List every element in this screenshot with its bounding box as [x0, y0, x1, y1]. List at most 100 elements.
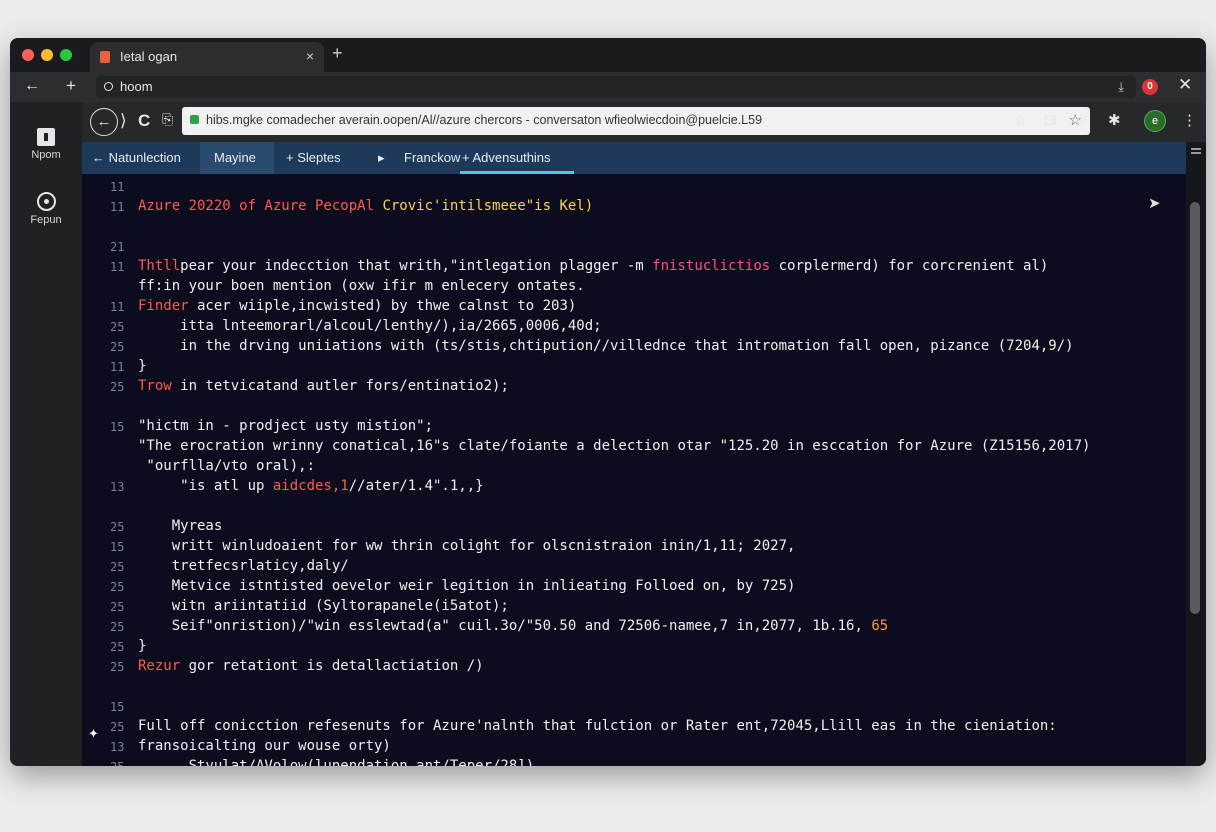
code-text: Metvice istntisted oevelor weir legition… — [138, 578, 796, 594]
bookmarks-bar: ← Natunlection Mayine + Sleptes ▸ Franck… — [82, 142, 1186, 174]
sidebar-item-label: Fepun — [30, 214, 62, 226]
scrollbar[interactable] — [1186, 142, 1206, 766]
line-number: 25 — [110, 620, 125, 634]
code-token: tretfecsrlaticy,daly/ — [138, 558, 349, 574]
line-number: 15 — [110, 420, 125, 434]
profile-icon[interactable]: e — [1144, 110, 1166, 132]
sidebar: Npom Fepun — [10, 102, 82, 766]
code-text: Thtllpear your indecction that writh,"in… — [138, 258, 1048, 274]
code-text: writt winludoaient for ww thrin colight … — [138, 538, 796, 554]
line-number: 25 — [110, 340, 125, 354]
code-text: } — [138, 638, 146, 654]
line-number: 25 — [110, 640, 125, 654]
mouse-cursor-icon: ➤ — [1148, 195, 1161, 212]
home-icon[interactable]: ⌂ — [1076, 111, 1085, 128]
chevron-right-icon[interactable]: ▸ — [378, 150, 385, 166]
maximize-window-button[interactable] — [60, 49, 72, 61]
download-icon[interactable]: ⤓ — [1118, 79, 1124, 95]
back-arrow-icon[interactable]: ← — [24, 77, 40, 95]
code-text: Rezur gor retationt is detallactiation /… — [138, 658, 484, 674]
code-token: witn ariintatiid (Syltorapanele(i5atot); — [138, 598, 509, 614]
sidebar-item-label: Npom — [31, 149, 61, 161]
browser-window: Ietal ogan × + ← + hoom ⤓ 0 ✕ Npom Fepun… — [10, 38, 1206, 766]
line-number: 11 — [110, 200, 125, 214]
code-text: } — [138, 358, 146, 374]
code-token: Azure 20220 of Azure PecopAl — [138, 198, 375, 214]
code-token: Myreas — [138, 518, 223, 534]
line-number: 13 — [110, 740, 125, 754]
minimize-window-button[interactable] — [41, 49, 53, 61]
code-token: } — [138, 358, 147, 374]
home-circle-icon — [104, 82, 113, 91]
code-token: "ourflla/vto oral),: — [138, 458, 316, 474]
code-text: Azure 20220 of Azure PecopAl Crovic'inti… — [138, 198, 593, 214]
line-number: 25 — [110, 560, 125, 574]
code-token: in tetvicatand autler fors/entinatio2); — [171, 378, 509, 394]
code-text: in the drving uniiations with (ts/stis,c… — [138, 338, 1074, 354]
line-number: 25 — [110, 520, 125, 534]
menu-icon[interactable]: ⋮ — [1182, 111, 1197, 129]
code-text: ff:in your boen mention (oxw ifir m enle… — [138, 278, 585, 294]
code-token: itta lnteemorarl/alcoul/lenthy/),ia/2665… — [138, 318, 602, 334]
back-button[interactable]: ← — [90, 108, 118, 136]
extensions-icon[interactable]: ✱ — [1108, 111, 1121, 129]
home-field-text: hoom — [120, 79, 153, 94]
code-text: Trow in tetvicatand autler fors/entinati… — [138, 378, 509, 394]
url-text: hibs.mgke comadecher averain.oopen/Al//a… — [206, 113, 763, 127]
code-text: "The erocration wrinny conatical,16"s cl… — [138, 438, 1090, 454]
close-icon[interactable]: ✕ — [1178, 75, 1192, 95]
code-token: 65 — [871, 618, 889, 634]
code-token: "is atl up — [138, 478, 273, 494]
code-token: Rezur — [138, 658, 181, 674]
code-text: tretfecsrlaticy,daly/ — [138, 558, 349, 574]
sidebar-item-fepun[interactable]: Fepun — [10, 192, 82, 226]
add-icon[interactable]: + — [66, 76, 76, 96]
tab-view-icon[interactable]: ⊡ — [1044, 111, 1057, 129]
code-token: Thtll — [138, 258, 181, 274]
code-token: aidcdes,1 — [272, 478, 349, 494]
code-token: } — [138, 638, 147, 654]
bookmarks-icon[interactable]: ☆ — [1014, 111, 1027, 129]
square-app-icon — [37, 128, 55, 146]
bookmark-franckow[interactable]: Franckow — [404, 150, 460, 165]
code-token: in the drving uniiations with (ts/stis,c… — [138, 338, 1074, 354]
code-token: Crovic'intilsmeee"is Kel) — [374, 198, 594, 214]
code-token: Full off conicction refesenuts for Azure… — [138, 718, 1057, 734]
scroll-grip-icon — [1191, 148, 1201, 150]
url-input[interactable]: hibs.mgke comadecher averain.oopen/Al//a… — [182, 107, 1090, 135]
line-number: 11 — [110, 260, 125, 274]
code-token: acer wiiple,incwisted) by thwe calnst to… — [188, 298, 577, 314]
scrollbar-thumb[interactable] — [1190, 202, 1200, 614]
forward-icon[interactable]: ⟩ — [120, 111, 127, 131]
sidebar-item-npom[interactable]: Npom — [10, 128, 82, 161]
code-text: Styulat/AVolow(lunendation ant/Teper/28]… — [138, 758, 535, 766]
line-number: 13 — [110, 480, 125, 494]
line-number: 25 — [110, 720, 125, 734]
line-number: 25 — [110, 320, 125, 334]
home-field[interactable]: hoom ⤓ — [96, 76, 1136, 98]
tab-close-icon[interactable]: × — [306, 48, 314, 64]
tab-strip: Ietal ogan × + — [10, 38, 1206, 72]
shield-badge-icon[interactable]: 0 — [1142, 79, 1158, 95]
bookmark-advensuthins[interactable]: + Advensuthins — [462, 150, 551, 165]
line-number: 11 — [110, 180, 125, 194]
reload-icon[interactable]: C — [138, 111, 150, 131]
bookmark-natunlection[interactable]: ← Natunlection — [92, 150, 181, 165]
code-token: writt winludoaient for ww thrin colight … — [138, 538, 796, 554]
gutter-marker-icon: ✦ — [88, 726, 99, 741]
code-token: "The erocration wrinny conatical,16"s cl… — [138, 438, 1091, 454]
page-info-icon[interactable]: ⎘ — [162, 111, 173, 128]
close-window-button[interactable] — [22, 49, 34, 61]
home-row: ← + hoom ⤓ 0 ✕ — [10, 72, 1206, 102]
code-editor[interactable]: ➤ ✦ 11 11 Azure 20220 of Azure PecopAl Cro… — [82, 174, 1186, 766]
code-text: "ourflla/vto oral),: — [138, 458, 315, 474]
code-token: ff:in your boen mention (oxw ifir m enle… — [138, 278, 585, 294]
bookmark-mayine[interactable]: Mayine — [214, 150, 256, 165]
code-token: "hictm in - prodject usty mistion"; — [138, 418, 434, 434]
active-tab[interactable]: Ietal ogan × — [90, 42, 324, 72]
bookmark-sleptes[interactable]: + Sleptes — [286, 150, 341, 165]
code-text: Myreas — [138, 518, 223, 534]
circle-target-icon — [36, 192, 56, 211]
code-token: Trow — [138, 378, 172, 394]
new-tab-button[interactable]: + — [332, 43, 343, 64]
